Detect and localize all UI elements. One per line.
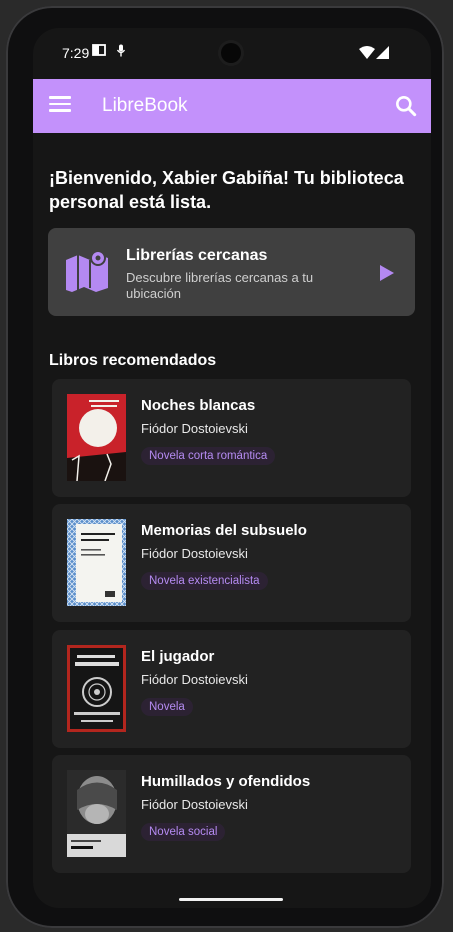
- nearby-subtitle: Descubre librerías cercanas a tu ubicaci…: [126, 270, 314, 301]
- genre-tag: Novela existencialista: [141, 572, 268, 590]
- genre-tag: Novela: [141, 698, 193, 716]
- play-arrow-icon: [380, 265, 394, 281]
- nearby-bookstores-card[interactable]: Librerías cercanas Descubre librerías ce…: [48, 228, 415, 316]
- status-time: 7:29: [62, 45, 90, 61]
- sim-card-icon: [92, 44, 106, 56]
- book-cover-image: [67, 519, 126, 606]
- book-title: Memorias del subsuelo: [141, 522, 307, 539]
- book-card[interactable]: El jugador Fiódor Dostoievski Novela: [52, 630, 411, 748]
- menu-button[interactable]: [45, 92, 75, 120]
- app-screen: 7:29 LibreBook ¡Bienvenido, Xabier Gabiñ…: [33, 28, 431, 908]
- recommended-heading: Libros recomendados: [49, 352, 217, 369]
- microphone-icon: [116, 44, 126, 57]
- book-title: Noches blancas: [141, 397, 256, 414]
- book-cover-image: [67, 394, 126, 481]
- book-author: Fiódor Dostoievski: [141, 797, 248, 812]
- map-icon: [66, 250, 108, 292]
- book-card[interactable]: Humillados y ofendidos Fiódor Dostoievsk…: [52, 755, 411, 873]
- app-bar: LibreBook: [33, 79, 431, 133]
- book-cover-image: [67, 645, 126, 732]
- nearby-title: Librerías cercanas: [126, 247, 268, 264]
- hamburger-line: [49, 102, 71, 105]
- app-title: LibreBook: [102, 95, 188, 116]
- hamburger-line: [49, 109, 71, 112]
- book-title: El jugador: [141, 648, 215, 665]
- genre-tag: Novela social: [141, 823, 226, 841]
- genre-tag: Novela corta romántica: [141, 447, 276, 465]
- status-bar: 7:29: [33, 28, 431, 78]
- book-author: Fiódor Dostoievski: [141, 672, 248, 687]
- front-camera: [221, 43, 241, 63]
- phone-frame: 7:29 LibreBook ¡Bienvenido, Xabier Gabiñ…: [6, 6, 444, 928]
- book-author: Fiódor Dostoievski: [141, 421, 248, 436]
- cell-signal-icon: [376, 46, 389, 59]
- book-card[interactable]: Noches blancas Fiódor Dostoievski Novela…: [52, 379, 411, 497]
- welcome-message: ¡Bienvenido, Xabier Gabiña! Tu bibliotec…: [49, 168, 404, 212]
- book-card[interactable]: Memorias del subsuelo Fiódor Dostoievski…: [52, 504, 411, 622]
- home-indicator[interactable]: [179, 898, 283, 901]
- hamburger-line: [49, 96, 71, 99]
- book-cover-image: [67, 770, 126, 857]
- wifi-icon: [359, 46, 375, 59]
- book-author: Fiódor Dostoievski: [141, 546, 248, 561]
- search-icon[interactable]: [393, 93, 419, 119]
- book-title: Humillados y ofendidos: [141, 773, 311, 790]
